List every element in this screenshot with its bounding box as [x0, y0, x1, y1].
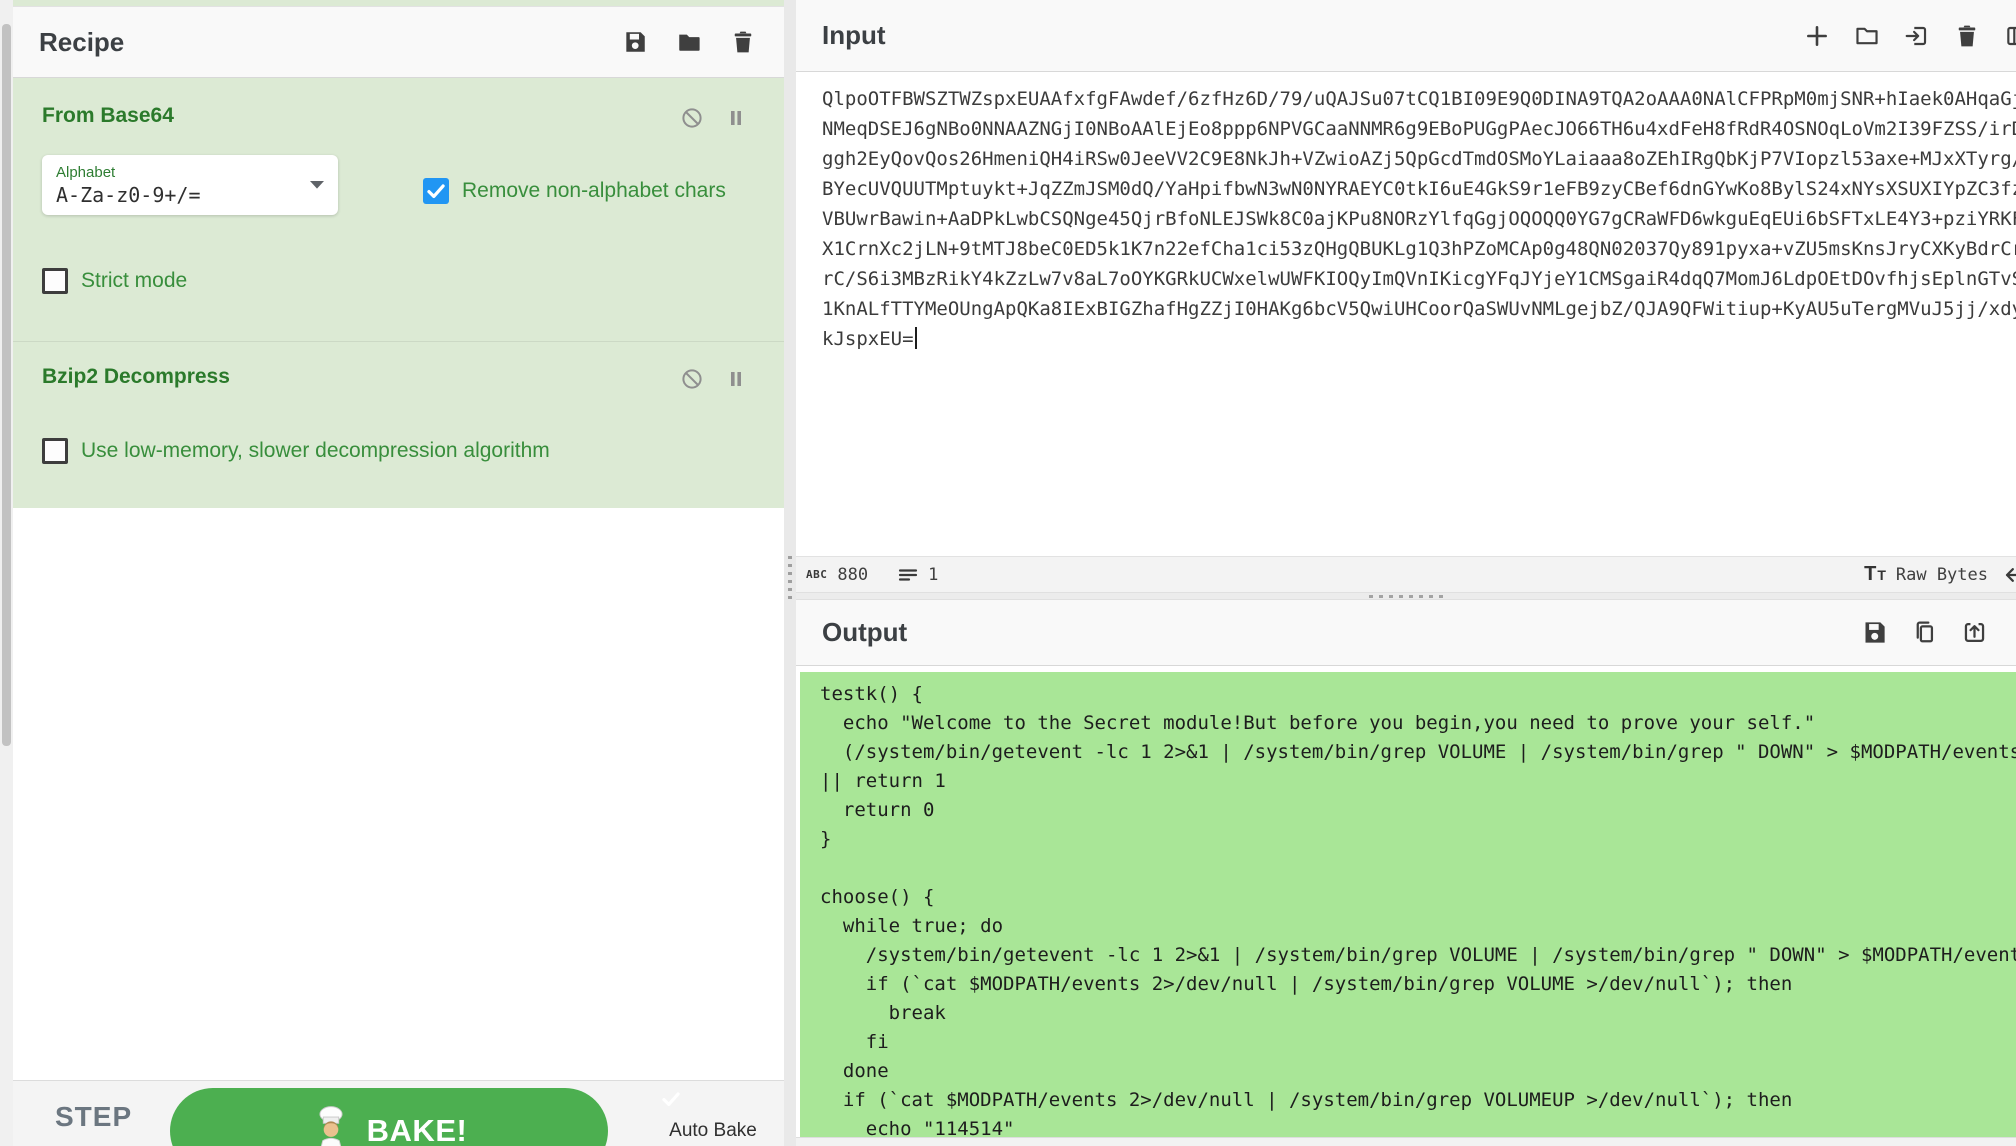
save-output-icon[interactable]: [1861, 619, 1888, 646]
code-line: 1KnALfTTYMeOUngApQKa8IExBIGZhafHgZZjI0HA…: [822, 294, 2016, 324]
auto-bake-label: Auto Bake: [658, 1120, 768, 1142]
code-line: rC/S6i3MBzRikY4kZzLw7v8aL7oOYKGRkUCWxelw…: [822, 264, 2016, 294]
code-line: choose() {: [820, 883, 2016, 912]
add-input-icon[interactable]: [1804, 23, 1830, 49]
scrollbar-thumb[interactable]: [2, 24, 11, 746]
input-panel: Input QlpoOTFBWSZTWZspxEUAAfxfg: [796, 0, 2016, 592]
input-textarea[interactable]: QlpoOTFBWSZTWZspxEUAAfxfgFAwdef/6zfHz6D/…: [796, 72, 2016, 556]
checkbox-unchecked[interactable]: [42, 438, 68, 464]
disable-operation-icon[interactable]: [680, 367, 704, 391]
clear-input-trash-icon[interactable]: [1954, 23, 1980, 49]
code-line: [820, 854, 2016, 883]
character-count-icon: ABC: [806, 568, 827, 581]
alphabet-label: Alphabet: [56, 164, 338, 181]
code-line: NMeqDSEJ6gNBo0NNAAZNGjI0NBoAAlEjEo8ppp6N…: [822, 114, 2016, 144]
code-line: (/system/bin/getevent -lc 1 2>&1 | /syst…: [820, 738, 2016, 767]
code-line: done: [820, 1057, 2016, 1086]
open-input-icon[interactable]: [1904, 23, 1930, 49]
output-textarea[interactable]: testk() { echo "Welcome to the Secret mo…: [796, 666, 2016, 1138]
bake-button[interactable]: BAKE!: [170, 1088, 608, 1146]
output-panel: Output testk() { echo "Welcome to the Se…: [796, 600, 2016, 1146]
operation-title: Bzip2 Decompress: [42, 365, 230, 389]
save-recipe-icon[interactable]: [622, 29, 648, 55]
code-line: }: [820, 825, 2016, 854]
panel-splitter[interactable]: [785, 556, 795, 599]
code-line: if (`cat $MODPATH/events 2>/dev/null | /…: [820, 970, 2016, 999]
code-line: while true; do: [820, 912, 2016, 941]
bake-label: BAKE!: [367, 1113, 468, 1146]
recipe-title: Recipe: [39, 27, 124, 58]
auto-bake-checkbox[interactable]: [658, 1086, 768, 1112]
line-count: 1: [928, 565, 938, 585]
code-line: echo "114514": [820, 1115, 2016, 1138]
alphabet-value: A-Za-z0-9+/=: [56, 183, 338, 207]
alphabet-select[interactable]: Alphabet A-Za-z0-9+/=: [42, 155, 338, 215]
output-title: Output: [822, 617, 907, 648]
operation-title: From Base64: [42, 104, 174, 128]
chevron-down-icon: [310, 181, 324, 189]
code-line: echo "Welcome to the Secret module!But b…: [820, 709, 2016, 738]
encoding-icon[interactable]: T: [1864, 563, 1876, 586]
input-footer: ABC 880 1 TT Raw Bytes: [796, 556, 2016, 592]
cyberchef-app: Recipe From Base64: [0, 0, 2016, 1146]
encoding-selector[interactable]: Raw Bytes: [1896, 565, 1988, 585]
input-header: Input: [796, 0, 2016, 72]
maximise-output-icon[interactable]: [1961, 619, 1988, 646]
code-line: testk() {: [820, 680, 2016, 709]
checkbox-label: Strict mode: [81, 269, 187, 293]
code-line: return 0: [820, 796, 2016, 825]
operation-bzip2-decompress[interactable]: Bzip2 Decompress Use low-memory, slower …: [13, 341, 784, 509]
output-footer: [796, 1137, 2016, 1146]
operations-scrollbar[interactable]: [0, 0, 14, 1146]
checkbox-label: Remove non-alphabet chars: [462, 179, 726, 203]
pause-operation-icon[interactable]: [724, 106, 748, 130]
code-line: X1CrnXc2jLN+9tMTJ8beC0ED5k1K7n22efCha1ci…: [822, 234, 2016, 264]
checkbox-label: Use low-memory, slower decompression alg…: [81, 439, 550, 463]
strict-mode-checkbox[interactable]: Strict mode: [42, 268, 187, 294]
code-line: BYecUVQUUTMptuykt+JqZZmJSM0dQ/YaHpifbwN3…: [822, 174, 2016, 204]
pause-operation-icon[interactable]: [724, 367, 748, 391]
chef-icon: [311, 1105, 351, 1146]
checkbox-unchecked[interactable]: [42, 268, 68, 294]
code-line: VBUwrBawin+AaDPkLwbCSQNge45QjrBfoNLEJSWk…: [822, 204, 2016, 234]
clear-recipe-trash-icon[interactable]: [730, 29, 756, 55]
io-splitter[interactable]: [796, 592, 2016, 600]
open-folder-icon[interactable]: [1854, 23, 1880, 49]
code-line: if (`cat $MODPATH/events 2>/dev/null | /…: [820, 1086, 2016, 1115]
code-line: /system/bin/getevent -lc 1 2>&1 | /syste…: [820, 941, 2016, 970]
code-line: || return 1: [820, 767, 2016, 796]
output-highlighted-text: testk() { echo "Welcome to the Secret mo…: [800, 672, 2016, 1138]
recipe-panel: Recipe From Base64: [13, 0, 784, 1146]
clipped-icon[interactable]: [2004, 23, 2016, 49]
recipe-header: Recipe: [13, 6, 784, 78]
character-count: 880: [837, 565, 868, 585]
left-arrow-icon[interactable]: [2002, 563, 2016, 587]
remove-nonalphabet-checkbox[interactable]: Remove non-alphabet chars: [423, 178, 726, 204]
recipe-controls-bar: STEP BAKE! Auto Bake: [13, 1080, 784, 1146]
low-memory-checkbox[interactable]: Use low-memory, slower decompression alg…: [42, 438, 550, 464]
output-header: Output: [796, 600, 2016, 666]
auto-bake-control[interactable]: Auto Bake: [658, 1086, 768, 1142]
load-recipe-folder-icon[interactable]: [676, 29, 702, 55]
step-button[interactable]: STEP: [55, 1101, 132, 1133]
code-line: break: [820, 999, 2016, 1028]
line-count-icon: [898, 567, 918, 583]
input-title: Input: [822, 20, 886, 51]
operation-from-base64[interactable]: From Base64 Alphabet A-Za-z0-9+/=: [13, 78, 784, 342]
code-line: ggh2EyQovQos26HmeniQH4iRSw0JeeVV2C9E8NkJ…: [822, 144, 2016, 174]
code-line: fi: [820, 1028, 2016, 1057]
checkbox-checked[interactable]: [423, 178, 449, 204]
copy-output-icon[interactable]: [1911, 619, 1938, 646]
code-line: kJspxEU=: [822, 324, 2016, 354]
disable-operation-icon[interactable]: [680, 106, 704, 130]
recipe-empty-area: [13, 508, 784, 1080]
code-line: QlpoOTFBWSZTWZspxEUAAfxfgFAwdef/6zfHz6D/…: [822, 84, 2016, 114]
